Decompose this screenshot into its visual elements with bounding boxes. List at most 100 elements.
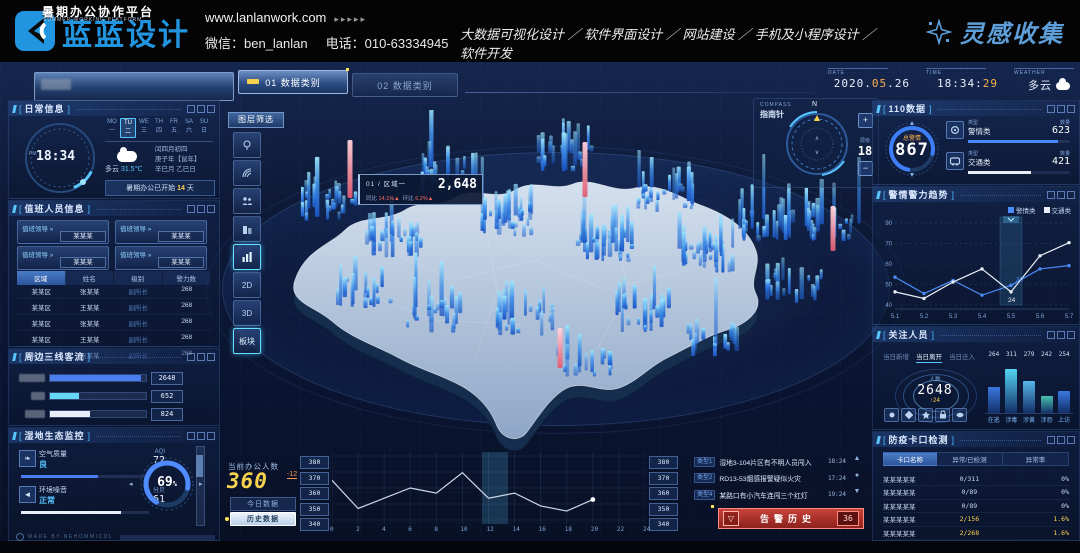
layer-tool-people[interactable] xyxy=(233,188,261,214)
alert-type-badge: 类型2 xyxy=(694,473,715,483)
focus-bar: 279涉黄 xyxy=(1020,361,1038,413)
traffic-icon xyxy=(946,152,964,170)
slider-handle[interactable] xyxy=(196,455,203,477)
website-link[interactable]: www.lanlanwork.com▸▸▸▸▸ xyxy=(205,10,367,25)
eco-gauge-value: 69% xyxy=(137,475,197,490)
noise-bar xyxy=(21,511,149,514)
type-row-警情类: 类型警情类数量623 xyxy=(946,119,1070,145)
alarm-icon xyxy=(946,121,964,139)
flow-row: 652 xyxy=(19,389,209,403)
lunar-calendar: 闰四月初四庚子年【鼠年】辛巳月 乙巳日 xyxy=(155,145,201,175)
window-controls[interactable] xyxy=(187,353,215,361)
layer-tool-building[interactable] xyxy=(233,216,261,242)
alert-item[interactable]: 类型4某路口有小汽车连闯三个红灯19:24 xyxy=(694,488,846,501)
notice-banner: 暑期办公已开始14天 xyxy=(105,180,215,196)
office-ytick: 360 xyxy=(300,487,329,500)
leaf-icon: ❧ xyxy=(19,450,36,467)
office-ytick: 370 xyxy=(649,472,678,485)
compass-dial[interactable]: ∧ ∨ xyxy=(782,109,852,179)
gauge-arrow-left[interactable]: ◂ xyxy=(129,480,133,488)
watermark-icon xyxy=(16,533,24,541)
checkpoint-row: 某某某某某2/1561.6% xyxy=(883,513,1069,527)
layer-tool-camera[interactable] xyxy=(233,132,261,158)
tab-data-category-2[interactable]: 02 数据类别 xyxy=(352,73,458,97)
layer-tool-mode-3d[interactable]: 3D xyxy=(233,300,261,326)
window-controls[interactable] xyxy=(187,205,215,213)
air-quality-bar xyxy=(21,475,149,478)
inspiration-collect[interactable]: 灵感收集 xyxy=(926,14,1064,49)
layer-tool-mode-2d[interactable]: 2D xyxy=(233,272,261,298)
lunar-line: 辛巳月 乙巳日 xyxy=(155,165,201,175)
alert-scroll-down[interactable]: ▼ xyxy=(852,488,862,495)
duty-leader-card[interactable]: 值班领导 »某某某 xyxy=(115,220,207,244)
office-xtick: 20 xyxy=(591,526,598,533)
watermark: MADE BY NEHOMMICOL xyxy=(16,533,113,541)
checkpoint-tabs[interactable]: 卡口名称异常/已检测异常率 xyxy=(883,452,1069,466)
duty-table-row: 某某区张某某副所长268 xyxy=(17,283,211,299)
svg-text:90: 90 xyxy=(885,221,892,227)
duty-leader-card[interactable]: 值班领导 »某某某 xyxy=(17,220,109,244)
office-xtick: 16 xyxy=(539,526,546,533)
checkpoint-row: 某某某某某0/3110% xyxy=(883,472,1069,486)
svg-text:5.1: 5.1 xyxy=(891,314,900,320)
compass-label-cn: 指南针 xyxy=(760,109,784,120)
focus-filter-icon[interactable] xyxy=(918,408,933,422)
alert-history-banner[interactable]: ▽ 告警历史 36 xyxy=(718,508,864,529)
platform-subtitle: SUMMER WORKING PLATFORM xyxy=(43,17,142,23)
checkpoint-tab[interactable]: 异常率 xyxy=(1003,452,1069,466)
office-xtick: 6 xyxy=(408,526,412,533)
panel-duty-staff: [值班人员信息] 值班领导 »某某某值班领导 »某某某值班领导 »某某某值班领导… xyxy=(8,200,220,347)
focus-filter-icon[interactable] xyxy=(884,408,899,422)
focus-filter-icon[interactable] xyxy=(952,408,967,422)
trend-legend: 警情类交通类 xyxy=(1008,205,1071,215)
focus-bar: 311涉毒 xyxy=(1003,361,1021,413)
map-tooltip: 01 / 区域一 2,648 同比 14.1%▲ 环比 6.2%▲ xyxy=(358,174,483,205)
alert-scroll-up[interactable]: ▲ xyxy=(852,455,862,462)
focus-tab[interactable]: 当日迁入 xyxy=(949,354,975,361)
zoom-in-button[interactable]: + xyxy=(858,113,873,128)
duty-leader-card[interactable]: 值班领导 »某某某 xyxy=(17,246,109,270)
gauge-110-total: 867 xyxy=(884,140,940,160)
layer-tool-mode-block[interactable]: 板块 xyxy=(233,328,261,354)
services-list: 大数据可视化设计 ／ 软件界面设计 ／ 网站建设 ／ 手机及小程序设计 ／ 软件… xyxy=(460,24,890,62)
focus-filter-icon[interactable] xyxy=(901,408,916,422)
tooltip-stats: 同比 14.1%▲ 环比 6.2%▲ xyxy=(366,194,433,202)
history-data-button[interactable]: 历史数据 xyxy=(230,512,296,526)
duty-leader-card[interactable]: 值班领导 »某某某 xyxy=(115,246,207,270)
focus-filter-icon[interactable] xyxy=(935,408,950,422)
office-ytick: 340 xyxy=(300,518,329,531)
focus-tab[interactable]: 当日新增 xyxy=(883,354,909,361)
office-ytick: 360 xyxy=(649,487,678,500)
layer-tool-radar[interactable] xyxy=(233,160,261,186)
lunar-line: 庚子年【鼠年】 xyxy=(155,155,201,165)
window-controls[interactable] xyxy=(1047,331,1075,339)
window-controls[interactable] xyxy=(187,105,215,113)
alert-item[interactable]: 类型2RD13-53烟感报警疑似火灾17:24 xyxy=(694,472,846,485)
focus-tab[interactable]: 当日离开 xyxy=(916,354,942,363)
alert-item[interactable]: 类型1湿地3-104片区有不明人员闯入18:24 xyxy=(694,455,846,468)
censored-label xyxy=(19,374,45,382)
layer-tool-stats[interactable] xyxy=(233,244,261,270)
window-controls[interactable] xyxy=(1047,191,1075,199)
week-day: SA六 xyxy=(182,118,196,138)
window-controls[interactable] xyxy=(187,432,215,440)
panel-eco-monitor: [湿地生态监控] ❧ 空气质量良 AQI72 ◄ 环境噪音正常 分贝61 69%… xyxy=(8,427,220,541)
svg-text:5.7: 5.7 xyxy=(1065,314,1073,320)
svg-text:∨: ∨ xyxy=(815,150,819,156)
panel-checkpoints: [防疫卡口检测] 卡口名称异常/已检测异常率 某某某某某0/3110%某某某某某… xyxy=(872,431,1080,541)
zoom-out-button[interactable]: − xyxy=(858,161,873,176)
window-controls[interactable] xyxy=(1047,436,1075,444)
checkpoint-tab[interactable]: 卡口名称 xyxy=(883,452,937,466)
focus-bar: 254上访 xyxy=(1055,361,1073,413)
today-data-button[interactable]: 今日数据 xyxy=(230,497,296,511)
window-controls[interactable] xyxy=(1047,105,1075,113)
duty-table-row: 某某区王某某副所长268 xyxy=(17,299,211,315)
alert-scroll-dot[interactable]: ● xyxy=(852,472,862,479)
focus-bar: 242涉恐 xyxy=(1038,361,1056,413)
bottom-letterbox xyxy=(0,541,1080,553)
eco-slider[interactable] xyxy=(196,446,205,526)
office-xtick: 4 xyxy=(382,526,386,533)
tab-data-category-1[interactable]: 01 数据类别 xyxy=(238,70,348,94)
checkpoint-tab[interactable]: 异常/已检测 xyxy=(937,452,1003,466)
flow-value: 652 xyxy=(151,390,183,403)
